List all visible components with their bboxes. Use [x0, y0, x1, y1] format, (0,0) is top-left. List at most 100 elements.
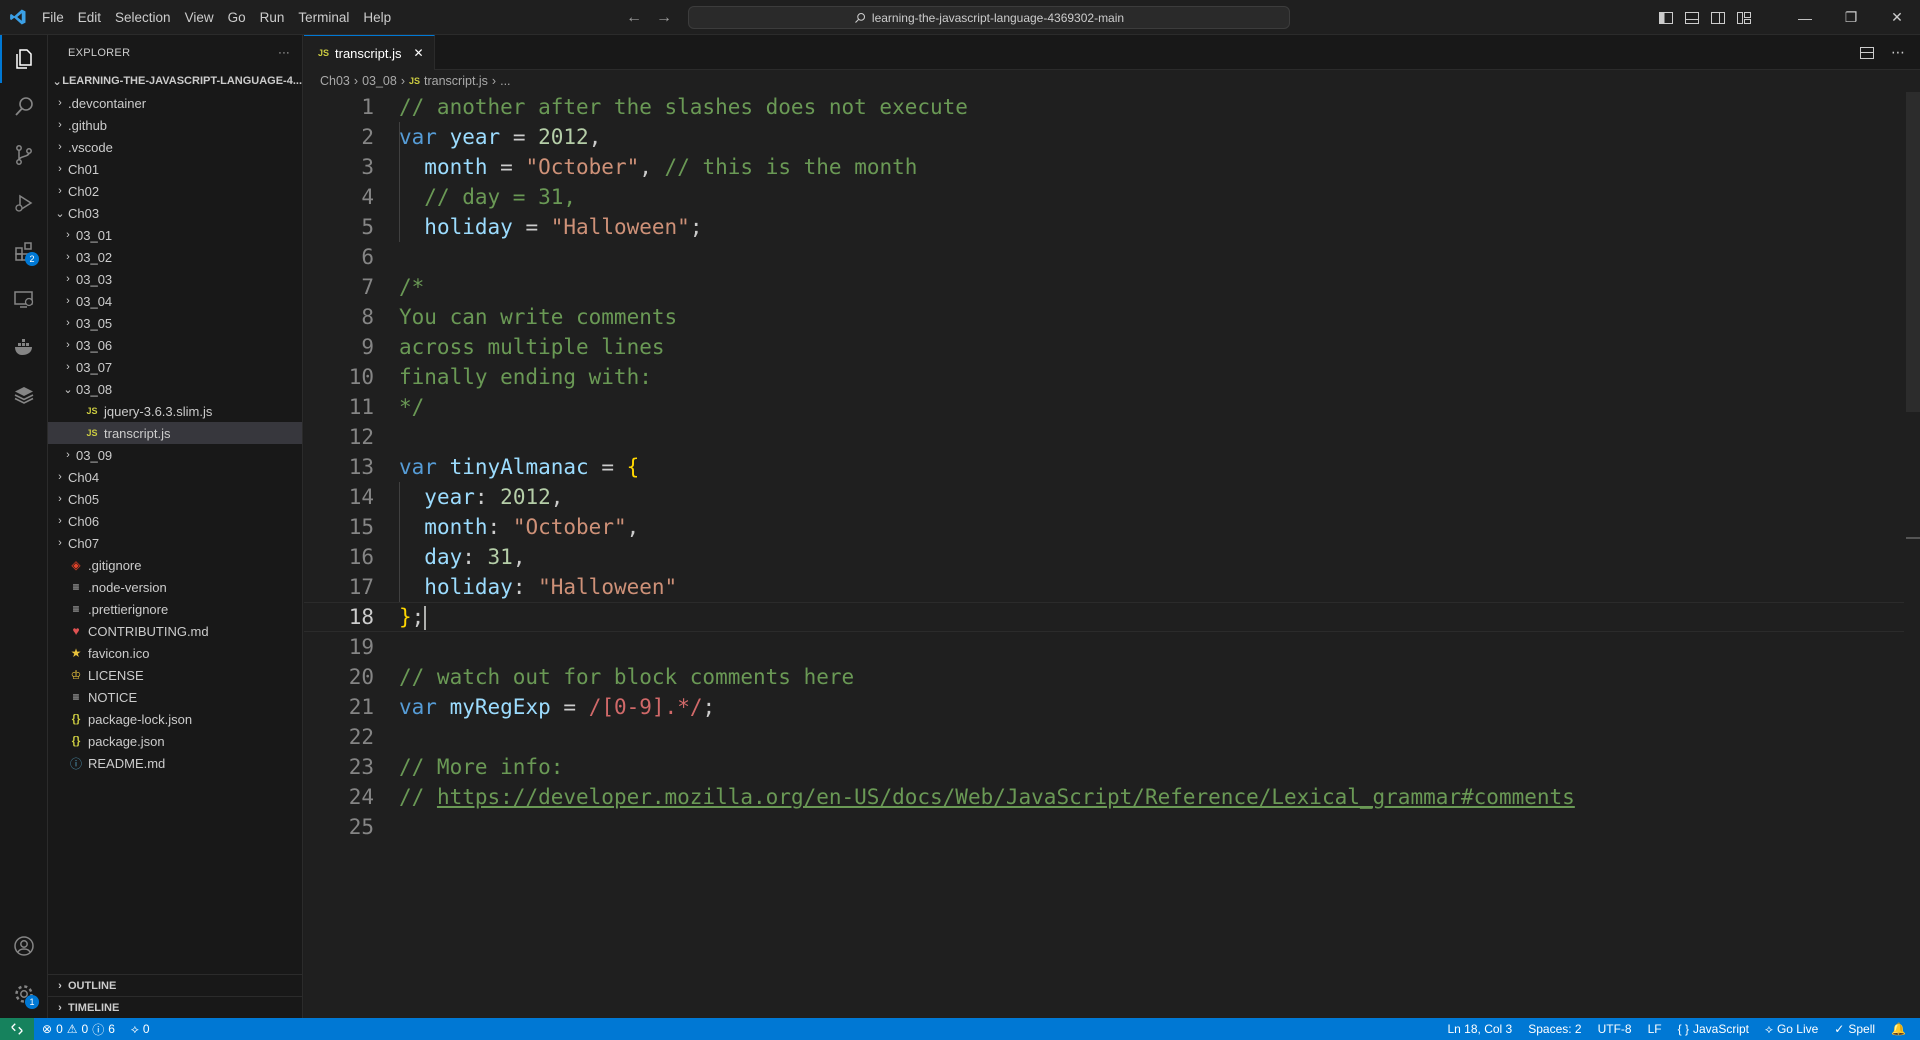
folder-item[interactable]: › 03_03	[48, 268, 302, 290]
more-actions-icon[interactable]: ⋯	[1891, 44, 1906, 61]
vertical-scrollbar[interactable]	[1906, 92, 1920, 1018]
cursor-position[interactable]: Ln 18, Col 3	[1440, 1022, 1521, 1036]
docker-icon[interactable]	[0, 323, 48, 371]
back-arrow-icon[interactable]: ←	[626, 9, 642, 27]
folder-item[interactable]: › Ch04	[48, 466, 302, 488]
toggle-secondary-sidebar-icon[interactable]	[1710, 10, 1726, 26]
encoding[interactable]: UTF-8	[1590, 1022, 1640, 1036]
code-editor[interactable]: 1 // another after the slashes does not e…	[304, 92, 1904, 842]
ports-indicator[interactable]: ⟡ 0	[123, 1022, 158, 1037]
code-token: "October"	[512, 515, 627, 539]
breadcrumb-03-08[interactable]: 03_08	[362, 74, 397, 88]
outline-section[interactable]: › OUTLINE	[48, 974, 303, 996]
file-item[interactable]: ≡ .prettierignore	[48, 598, 302, 620]
check-icon: ✓	[1834, 1022, 1845, 1036]
accounts-icon[interactable]	[0, 922, 48, 970]
customize-layout-icon[interactable]	[1736, 10, 1752, 26]
go-live-label: Go Live	[1776, 1022, 1819, 1036]
code-token[interactable]: https://developer.mozilla.org/en-US/docs…	[437, 785, 1575, 809]
split-editor-icon[interactable]	[1859, 45, 1875, 61]
folder-item[interactable]: › 03_09	[48, 444, 302, 466]
folder-item[interactable]: ⌄ 03_08	[48, 378, 302, 400]
scrollbar-thumb[interactable]	[1906, 92, 1920, 412]
folder-item[interactable]: › .github	[48, 114, 302, 136]
menu-terminal[interactable]: Terminal	[291, 10, 356, 25]
run-debug-icon[interactable]	[0, 179, 48, 227]
folder-item[interactable]: › 03_07	[48, 356, 302, 378]
folder-item[interactable]: › 03_04	[48, 290, 302, 312]
file-item[interactable]: ≡ .node-version	[48, 576, 302, 598]
close-button[interactable]: ✕	[1874, 0, 1920, 35]
toggle-primary-sidebar-icon[interactable]	[1658, 10, 1674, 26]
remote-explorer-icon[interactable]	[0, 275, 48, 323]
search-icon[interactable]	[0, 83, 48, 131]
file-item[interactable]: JS jquery-3.6.3.slim.js	[48, 400, 302, 422]
forward-arrow-icon[interactable]: →	[656, 9, 672, 27]
folder-item[interactable]: › 03_01	[48, 224, 302, 246]
folder-item[interactable]: › Ch01	[48, 158, 302, 180]
folder-item[interactable]: › Ch07	[48, 532, 302, 554]
code-token: ,	[626, 515, 640, 539]
menu-run[interactable]: Run	[253, 10, 292, 25]
restore-button[interactable]: ❐	[1828, 0, 1874, 35]
menu-help[interactable]: Help	[356, 10, 398, 25]
file-item[interactable]: ♔ LICENSE	[48, 664, 302, 686]
layers-icon[interactable]	[0, 371, 48, 419]
file-item[interactable]: JS transcript.js	[48, 422, 302, 444]
language-mode[interactable]: { } JavaScript	[1670, 1022, 1757, 1036]
notifications-bell-icon[interactable]: 🔔	[1883, 1022, 1914, 1036]
menu-edit[interactable]: Edit	[71, 10, 108, 25]
file-item[interactable]: ★ favicon.ico	[48, 642, 302, 664]
folder-item[interactable]: › Ch02	[48, 180, 302, 202]
menu-file[interactable]: File	[35, 10, 71, 25]
breadcrumb-file[interactable]: transcript.js	[424, 74, 488, 88]
toggle-panel-icon[interactable]	[1684, 10, 1700, 26]
menu-view[interactable]: View	[178, 10, 221, 25]
folder-item[interactable]: ⌄ Ch03	[48, 202, 302, 224]
go-live-button[interactable]: ⟡ Go Live	[1757, 1022, 1826, 1037]
breadcrumb-ch03[interactable]: Ch03	[320, 74, 350, 88]
problems-indicator[interactable]: ⊗ 0 ⚠ 0 ⓘ 6	[34, 1021, 123, 1038]
file-item[interactable]: ◈ .gitignore	[48, 554, 302, 576]
tree-item-label: 03_06	[76, 337, 113, 353]
end-of-line[interactable]: LF	[1640, 1022, 1670, 1036]
file-item[interactable]: {} package.json	[48, 730, 302, 752]
tab-transcript-js[interactable]: JS transcript.js ✕	[304, 35, 435, 70]
line-number: 5	[361, 215, 374, 239]
code-token: You can write comments	[399, 305, 678, 329]
folder-item[interactable]: › 03_05	[48, 312, 302, 334]
extensions-icon[interactable]: 2	[0, 227, 48, 275]
file-item[interactable]: ≡ NOTICE	[48, 686, 302, 708]
file-item[interactable]: ♥ CONTRIBUTING.md	[48, 620, 302, 642]
code-text: You can write comments	[399, 305, 677, 329]
menu-go[interactable]: Go	[221, 10, 253, 25]
minimize-button[interactable]: —	[1782, 0, 1828, 35]
folder-item[interactable]: › Ch05	[48, 488, 302, 510]
folder-item[interactable]: › 03_02	[48, 246, 302, 268]
tree-item-label: 03_03	[76, 271, 113, 287]
manage-gear-icon[interactable]: 1	[0, 970, 48, 1018]
timeline-section[interactable]: › TIMELINE	[48, 996, 303, 1018]
explorer-icon[interactable]	[0, 35, 48, 83]
timeline-label: TIMELINE	[68, 1001, 120, 1014]
file-item[interactable]: {} package-lock.json	[48, 708, 302, 730]
close-tab-icon[interactable]: ✕	[413, 46, 423, 60]
spell-check-button[interactable]: ✓ Spell	[1826, 1022, 1883, 1036]
folder-item[interactable]: › .vscode	[48, 136, 302, 158]
code-token: year	[424, 485, 475, 509]
folder-item[interactable]: › .devcontainer	[48, 92, 302, 114]
code-line: 16 day: 31,	[304, 542, 1904, 572]
workspace-root-folder[interactable]: ⌄ LEARNING-THE-JAVASCRIPT-LANGUAGE-4...	[48, 70, 303, 92]
folder-item[interactable]: › Ch06	[48, 510, 302, 532]
folder-item[interactable]: › 03_06	[48, 334, 302, 356]
command-center-search[interactable]: learning-the-javascript-language-4369302…	[688, 6, 1290, 29]
more-actions-icon[interactable]: ···	[278, 47, 290, 59]
menu-selection[interactable]: Selection	[108, 10, 178, 25]
indentation[interactable]: Spaces: 2	[1520, 1022, 1589, 1036]
remote-indicator-icon[interactable]	[0, 1018, 34, 1040]
line-number: 23	[348, 755, 374, 779]
breadcrumb-symbols[interactable]: ...	[500, 74, 510, 88]
file-item[interactable]: ⓘ README.md	[48, 752, 302, 774]
source-control-icon[interactable]	[0, 131, 48, 179]
chevron-right-icon: ›	[66, 339, 70, 351]
